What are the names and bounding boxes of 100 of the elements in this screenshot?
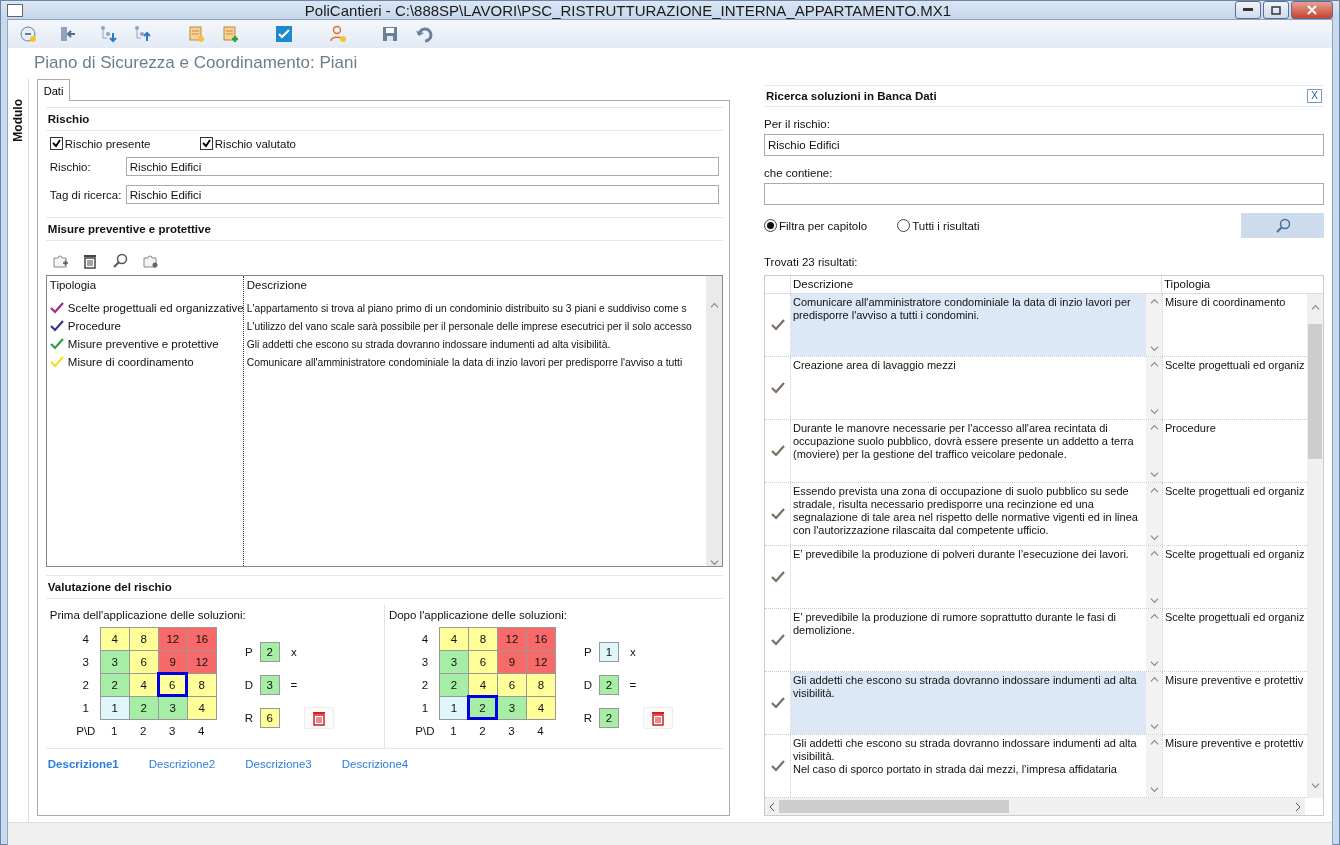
radio-button[interactable]: Tutti i risultati bbox=[897, 219, 980, 232]
factor-label: P bbox=[243, 645, 254, 658]
section-heading: Misure preventive e protettive bbox=[45, 217, 723, 241]
tab[interactable]: Dati bbox=[36, 79, 71, 101]
column-header: Descrizione bbox=[790, 276, 1161, 293]
page-title: Piano di Sicurezza e Coordinamento: Piani bbox=[33, 52, 359, 74]
list-item[interactable]: Comunicare all'amministratore condominiale la data di inzio lavori per predisporre l'avviso a tutti bbox=[246, 356, 683, 368]
tab[interactable]: Descrizione4 bbox=[341, 758, 409, 770]
matrix-cell[interactable]: 12 bbox=[525, 650, 556, 674]
factor-value: 2 bbox=[259, 641, 280, 662]
operator-sign: x bbox=[289, 645, 298, 658]
operator-sign: = bbox=[628, 678, 638, 691]
row-label: 2 bbox=[420, 677, 430, 693]
matrix-cell[interactable]: 2 bbox=[128, 696, 159, 720]
factor-value: 2 bbox=[598, 674, 619, 695]
matrix-cell[interactable]: 6 bbox=[156, 672, 188, 697]
row-label: 3 bbox=[81, 654, 90, 670]
text-field[interactable]: Rischio Edifici bbox=[125, 185, 719, 204]
radio-button[interactable]: Filtra per capitolo bbox=[764, 219, 868, 232]
matrix-cell[interactable]: 4 bbox=[99, 627, 130, 651]
matrix-cell[interactable]: 4 bbox=[128, 673, 159, 697]
matrix-cell[interactable]: 8 bbox=[525, 673, 556, 697]
factor-label: P bbox=[583, 645, 593, 658]
list-item[interactable]: Misure preventive e protettive bbox=[67, 338, 219, 350]
matrix-cell[interactable]: 4 bbox=[186, 696, 217, 720]
list-item[interactable]: Gli addetti che escono su strada dovranno indossare indumenti ad alta visibilità. bbox=[246, 338, 611, 350]
row-label: 1 bbox=[81, 700, 90, 716]
panel-title: Ricerca soluzioni in Banca Dati bbox=[766, 90, 937, 102]
row-label: 4 bbox=[81, 631, 90, 647]
list-item[interactable]: Misure di coordinamento bbox=[67, 356, 194, 368]
matrix-cell[interactable]: 2 bbox=[438, 673, 469, 697]
factor-label: R bbox=[243, 711, 254, 724]
list-item[interactable]: Scelte progettuali ed organizzative bbox=[67, 302, 244, 314]
operator-sign: x bbox=[629, 645, 637, 658]
matrix-cell[interactable]: 6 bbox=[467, 650, 498, 674]
list-item[interactable]: L'utilizzo del vano scale sarà possibile per il personale delle imprese esecutrici per il solo accesso bbox=[246, 320, 692, 332]
row-label: 1 bbox=[420, 700, 430, 716]
operator-sign: = bbox=[289, 678, 299, 691]
factor-value: 2 bbox=[598, 707, 619, 728]
matrix-cell[interactable]: 1 bbox=[438, 696, 469, 720]
matrix-cell[interactable]: 16 bbox=[186, 627, 217, 651]
section-heading: Valutazione del rischio bbox=[45, 575, 723, 599]
result-count: Trovati 23 risultati: bbox=[764, 256, 859, 268]
column-label: 2 bbox=[478, 723, 487, 739]
column-label: 3 bbox=[168, 723, 177, 739]
field-label: Per il rischio: bbox=[764, 118, 831, 130]
factor-value: 3 bbox=[259, 674, 280, 695]
matrix-caption: Prima dell'applicazione delle soluzioni: bbox=[49, 609, 247, 621]
column-label: 3 bbox=[507, 723, 516, 739]
list-item[interactable]: Procedure bbox=[67, 320, 121, 332]
side-tab[interactable]: Modulo bbox=[10, 99, 25, 142]
column-header: Descrizione bbox=[245, 278, 308, 293]
list-item[interactable]: L'appartamento si trova al piano primo di un condominio distribuito su 3 piani e suddiviso come s bbox=[246, 302, 687, 314]
matrix-cell[interactable]: 4 bbox=[438, 627, 469, 651]
checkbox[interactable]: Rischio valutato bbox=[199, 137, 296, 150]
matrix-cell[interactable]: 6 bbox=[128, 650, 159, 674]
matrix-cell[interactable]: 12 bbox=[496, 627, 527, 651]
matrix-cell[interactable]: 6 bbox=[496, 673, 527, 697]
text-field[interactable]: Rischio Edifici bbox=[764, 134, 1324, 156]
factor-value: 6 bbox=[259, 707, 280, 728]
column-label: P\D bbox=[75, 723, 97, 739]
column-label: 2 bbox=[139, 723, 148, 739]
row-label: 4 bbox=[420, 631, 430, 647]
matrix-cell[interactable]: 1 bbox=[99, 696, 130, 720]
section-heading: Rischio bbox=[45, 107, 723, 131]
column-label: 1 bbox=[449, 723, 458, 739]
table-cell[interactable]: Gli addetti che escono su strada dovranno indossare indumenti ad alta visibilità. bbox=[791, 672, 1146, 734]
column-header: Tipologia bbox=[48, 278, 98, 293]
matrix-cell[interactable]: 2 bbox=[99, 673, 130, 697]
field-label: che contiene: bbox=[764, 167, 834, 179]
matrix-cell[interactable]: 3 bbox=[496, 696, 527, 720]
factor-label: D bbox=[582, 678, 594, 691]
factor-label: R bbox=[582, 711, 594, 724]
checkbox[interactable]: Rischio presente bbox=[49, 137, 200, 150]
matrix-cell[interactable]: 16 bbox=[525, 627, 556, 651]
matrix-cell[interactable]: 12 bbox=[157, 627, 188, 651]
tab[interactable]: Descrizione1 bbox=[47, 758, 119, 770]
matrix-caption: Dopo l'applicazione delle soluzioni: bbox=[388, 609, 568, 621]
tab[interactable]: Descrizione3 bbox=[245, 758, 312, 770]
matrix-cell[interactable]: 12 bbox=[186, 650, 217, 674]
matrix-cell[interactable]: 8 bbox=[467, 627, 498, 651]
column-label: P\D bbox=[414, 723, 436, 739]
matrix-cell[interactable]: 4 bbox=[525, 696, 556, 720]
column-label: 4 bbox=[536, 723, 545, 739]
matrix-cell[interactable]: 8 bbox=[186, 673, 217, 697]
matrix-cell[interactable]: 3 bbox=[438, 650, 469, 674]
tab[interactable]: Descrizione2 bbox=[148, 758, 216, 770]
matrix-cell[interactable]: 8 bbox=[128, 627, 159, 651]
text-field[interactable]: Rischio Edifici bbox=[125, 157, 719, 176]
matrix-cell[interactable]: 9 bbox=[496, 650, 527, 674]
matrix-cell[interactable]: 2 bbox=[466, 695, 498, 720]
close-button[interactable]: X bbox=[1307, 89, 1322, 103]
window-title: PoliCantieri - C:\888SP\LAVORI\PSC_RISTRUTTURAZIONE_INTERNA_APPARTAMENTO.MX1 bbox=[303, 1, 953, 19]
column-label: 4 bbox=[197, 723, 206, 739]
table-cell[interactable]: Comunicare all'amministratore condominiale la data di inzio lavori per predisporre l'avviso a tutti i condomini. bbox=[791, 294, 1146, 356]
field-label: Tag di ricerca: bbox=[49, 188, 123, 201]
factor-label: D bbox=[243, 678, 254, 691]
matrix-cell[interactable]: 3 bbox=[99, 650, 130, 674]
factor-value: 1 bbox=[598, 641, 619, 662]
row-label: 3 bbox=[420, 654, 430, 670]
